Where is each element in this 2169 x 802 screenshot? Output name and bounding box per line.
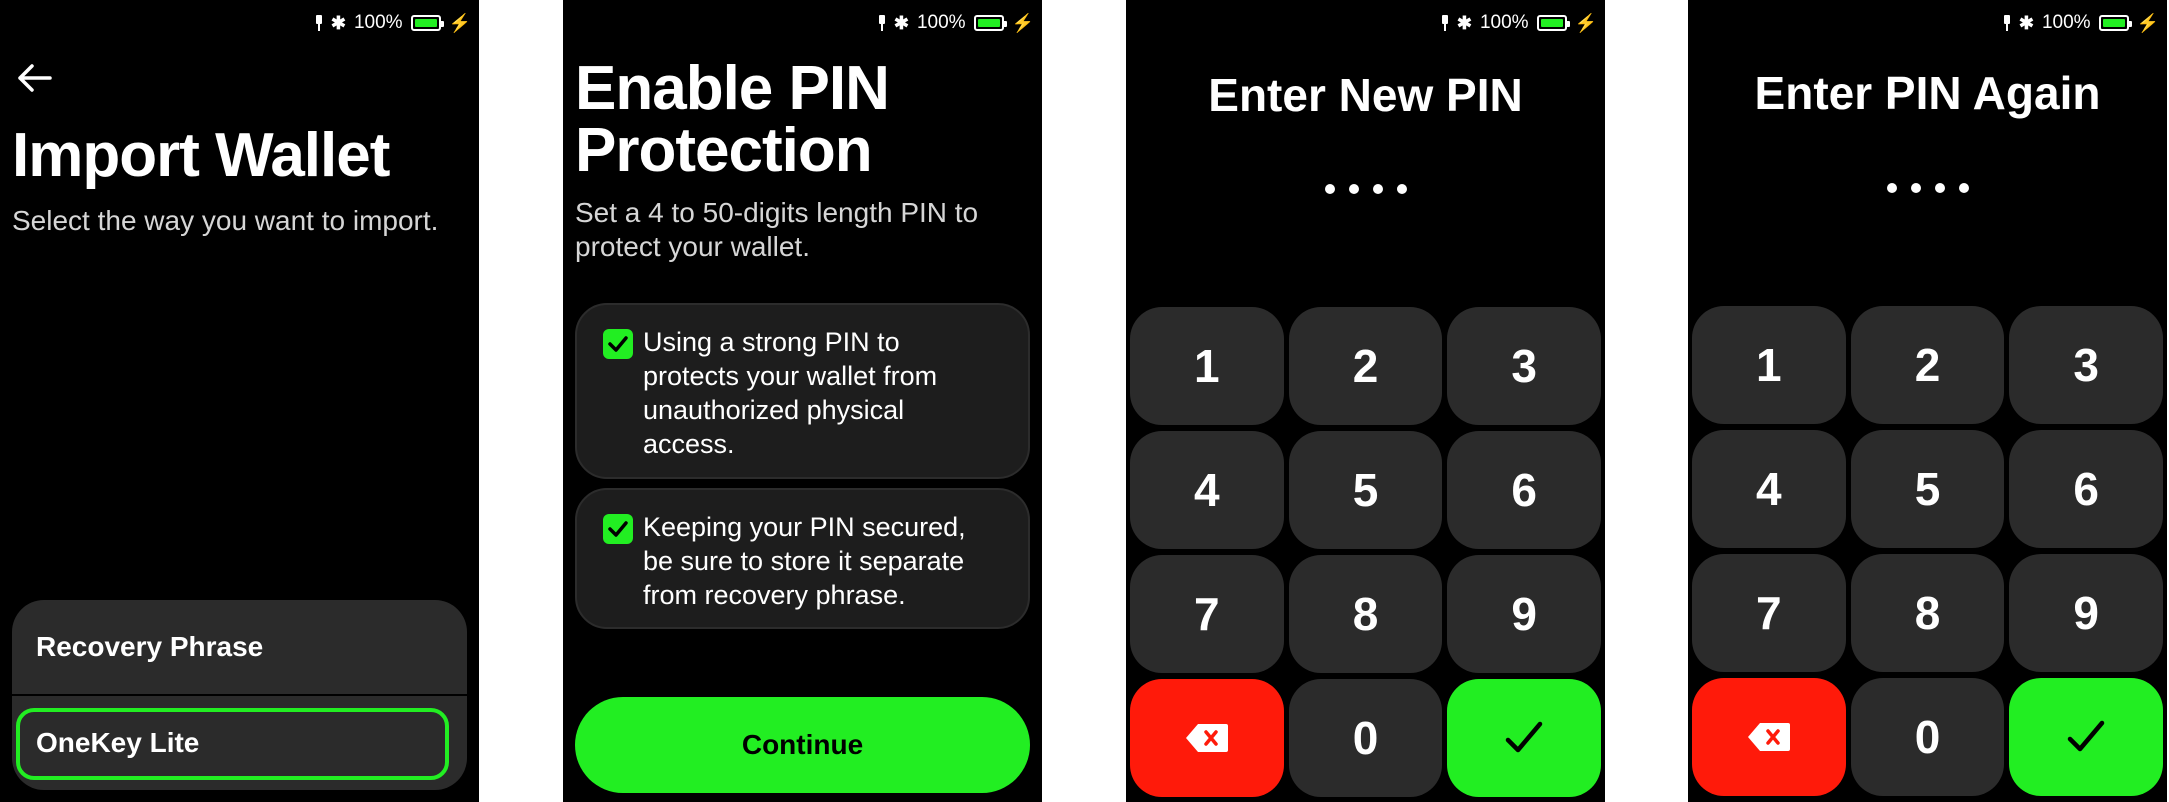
- key-1[interactable]: 1: [1692, 306, 1846, 424]
- check-icon: [1505, 721, 1543, 753]
- usb-icon: [2003, 15, 2011, 31]
- usb-icon: [878, 15, 886, 31]
- bluetooth-icon: ✱: [893, 12, 909, 33]
- continue-button[interactable]: Continue: [575, 697, 1030, 793]
- subtitle-line: Set a 4 to 50-digits length PIN to: [575, 197, 979, 228]
- option-recovery-phrase[interactable]: Recovery Phrase: [12, 600, 467, 694]
- page-subtitle: Set a 4 to 50-digits length PIN to prote…: [575, 196, 978, 263]
- pin-dot: [1372, 184, 1383, 194]
- title-line: Protection: [575, 116, 873, 185]
- page-title: Enable PIN Protection: [575, 54, 890, 185]
- key-8[interactable]: 8: [1850, 554, 2005, 672]
- key-0[interactable]: 0: [1850, 678, 2005, 796]
- text-line: from recovery phrase.: [643, 580, 906, 610]
- pin-dots: [1688, 183, 2167, 193]
- key-2[interactable]: 2: [1850, 306, 2005, 424]
- check-text: Using a strong PIN to protects your wall…: [643, 325, 1008, 461]
- charging-icon: ⚡: [1574, 12, 1597, 33]
- option-label: Recovery Phrase: [36, 631, 264, 662]
- key-4[interactable]: 4: [1692, 430, 1846, 548]
- battery-icon: [410, 15, 444, 31]
- enter-new-pin-screen: ✱ 100% ⚡ Enter New PIN 1 2 3 4 5 6 7 8 9…: [1126, 0, 1605, 802]
- confirm-button[interactable]: [1447, 679, 1601, 797]
- checkbox-checked-icon: [603, 329, 633, 359]
- key-2[interactable]: 2: [1288, 307, 1443, 425]
- key-5[interactable]: 5: [1850, 430, 2005, 548]
- text-line: Keeping your PIN secured,: [643, 512, 966, 542]
- status-bar: ✱ 100% ⚡: [1441, 10, 1597, 36]
- option-label: OneKey Lite: [36, 727, 200, 758]
- pin-dot: [1324, 184, 1335, 194]
- key-7[interactable]: 7: [1692, 554, 1846, 672]
- battery-percent: 100%: [353, 12, 403, 33]
- pin-dot: [1934, 183, 1945, 193]
- bluetooth-icon: ✱: [1456, 12, 1472, 33]
- charging-icon: ⚡: [1011, 12, 1034, 33]
- pin-dot: [1396, 184, 1407, 194]
- pin-dots: [1126, 184, 1605, 194]
- delete-button[interactable]: [1130, 679, 1284, 797]
- enter-pin-again-screen: ✱ 100% ⚡ Enter PIN Again 1 2 3 4 5 6 7 8…: [1688, 0, 2167, 802]
- pin-title: Enter New PIN: [1208, 69, 1523, 121]
- key-8[interactable]: 8: [1288, 555, 1443, 673]
- battery-percent: 100%: [1479, 12, 1529, 33]
- key-3[interactable]: 3: [1447, 307, 1601, 425]
- key-5[interactable]: 5: [1288, 431, 1443, 549]
- import-options-card: Recovery Phrase OneKey Lite: [12, 600, 467, 790]
- key-1[interactable]: 1: [1130, 307, 1284, 425]
- page-subtitle: Select the way you want to import.: [12, 205, 439, 236]
- import-wallet-screen: ✱ 100% ⚡ Import Wallet Select the way yo…: [0, 0, 479, 802]
- key-9[interactable]: 9: [2009, 554, 2163, 672]
- bluetooth-icon: ✱: [2018, 12, 2034, 33]
- title-line: Enable PIN: [575, 54, 890, 123]
- battery-percent: 100%: [2041, 12, 2091, 33]
- usb-icon: [315, 15, 323, 31]
- status-bar: ✱ 100% ⚡: [2003, 10, 2159, 36]
- checkbox-checked-icon: [603, 514, 633, 544]
- text-line: be sure to store it separate: [643, 546, 965, 576]
- text-line: protects your wallet from: [643, 361, 938, 391]
- backspace-icon: [1747, 723, 1790, 751]
- page-title: Import Wallet: [12, 121, 390, 190]
- subtitle-line: protect your wallet.: [575, 230, 810, 262]
- key-0[interactable]: 0: [1288, 679, 1443, 797]
- backspace-icon: [1185, 724, 1228, 752]
- delete-button[interactable]: [1692, 678, 1846, 796]
- status-bar: ✱ 100% ⚡: [878, 10, 1034, 36]
- pin-keypad: 1 2 3 4 5 6 7 8 9 0: [1692, 306, 2163, 796]
- pin-keypad: 1 2 3 4 5 6 7 8 9 0: [1130, 307, 1601, 797]
- bluetooth-icon: ✱: [330, 12, 346, 33]
- check-icon: [2067, 720, 2105, 752]
- text-line: unauthorized physical: [643, 395, 905, 425]
- pin-dot: [1958, 183, 1969, 193]
- enable-pin-screen: ✱ 100% ⚡ Enable PIN Protection Set a 4 t…: [563, 0, 1042, 802]
- battery-icon: [2098, 15, 2132, 31]
- check-item-secure-pin[interactable]: Keeping your PIN secured, be sure to sto…: [575, 488, 1030, 629]
- pin-dot: [1348, 184, 1359, 194]
- check-text: Keeping your PIN secured, be sure to sto…: [643, 510, 1008, 612]
- status-bar: ✱ 100% ⚡: [315, 10, 471, 36]
- usb-icon: [1441, 15, 1449, 31]
- key-7[interactable]: 7: [1130, 555, 1284, 673]
- battery-icon: [1536, 15, 1570, 31]
- key-3[interactable]: 3: [2009, 306, 2163, 424]
- confirm-button[interactable]: [2009, 678, 2163, 796]
- key-9[interactable]: 9: [1447, 555, 1601, 673]
- back-arrow-icon[interactable]: [14, 58, 54, 98]
- check-item-strong-pin[interactable]: Using a strong PIN to protects your wall…: [575, 303, 1030, 479]
- pin-dot: [1886, 183, 1897, 193]
- battery-icon: [973, 15, 1007, 31]
- key-6[interactable]: 6: [1447, 431, 1601, 549]
- charging-icon: ⚡: [2136, 12, 2159, 33]
- charging-icon: ⚡: [448, 12, 471, 33]
- pin-title: Enter PIN Again: [1754, 67, 2101, 119]
- text-line: Using a strong PIN to: [643, 327, 900, 357]
- pin-dot: [1910, 183, 1921, 193]
- battery-percent: 100%: [916, 12, 966, 33]
- key-4[interactable]: 4: [1130, 431, 1284, 549]
- text-line: access.: [643, 429, 735, 459]
- key-6[interactable]: 6: [2009, 430, 2163, 548]
- option-onekey-lite[interactable]: OneKey Lite: [12, 696, 467, 790]
